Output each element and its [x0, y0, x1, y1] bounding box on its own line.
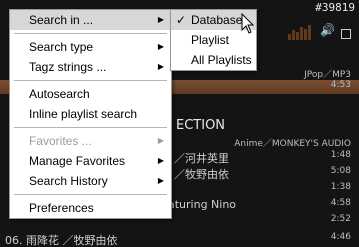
menu-item-inline-playlist-search[interactable]: Inline playlist search	[10, 104, 171, 124]
menu-item-search-history[interactable]: Search History ▶	[10, 171, 171, 191]
menu-item-favorites: Favorites ... ▶	[10, 131, 171, 151]
track-duration: 2:52	[330, 214, 351, 224]
menu-separator	[14, 80, 167, 81]
menu-item-label: Playlist	[191, 33, 230, 47]
submenu-arrow-icon: ▶	[157, 156, 164, 165]
submenu-arrow-icon: ▶	[157, 136, 164, 145]
track-duration: 4:58	[330, 198, 351, 208]
menu-item-label: Tagz strings ...	[29, 60, 107, 74]
playlist-row[interactable]: 06. 雨降花 ／牧野由依 4:46	[0, 232, 359, 247]
track-duration: 1:48	[330, 150, 351, 160]
equalizer-visual	[288, 21, 312, 40]
menu-separator	[14, 127, 167, 128]
menu-item-search-in[interactable]: Search in ... ▶	[10, 10, 171, 30]
submenu-arrow-icon: ▶	[157, 62, 164, 71]
track-duration: 1:38	[330, 182, 351, 192]
menu-item-label: Inline playlist search	[29, 107, 138, 121]
menu-item-manage-favorites[interactable]: Manage Favorites ▶	[10, 151, 171, 171]
track-title: aturing Nino	[168, 198, 237, 211]
track-title: ／牧野由依	[174, 168, 229, 181]
track-title: 06. 雨降花 ／牧野由依	[5, 234, 118, 247]
submenu-arrow-icon: ▶	[157, 42, 164, 51]
mouse-pointer-icon	[241, 13, 255, 34]
menu-separator	[14, 194, 167, 195]
menu-item-label: Search type	[29, 40, 94, 54]
window-control[interactable]	[341, 29, 351, 39]
menu-item-tagz-strings[interactable]: Tagz strings ... ▶	[10, 57, 171, 77]
album-format: Anime／MONKEY'S AUDIO	[234, 139, 351, 149]
menu-item-label: Manage Favorites	[29, 154, 126, 168]
album-format: JPop／MP3	[304, 70, 351, 80]
menu-item-label: Preferences	[29, 201, 94, 215]
track-duration: 5:08	[330, 166, 351, 176]
volume-icon[interactable]: 🔊	[320, 23, 335, 37]
menu-separator	[14, 33, 167, 34]
menu-item-label: Database	[191, 13, 243, 27]
track-duration: 4:46	[330, 232, 351, 242]
menu-item-label: All Playlists	[191, 53, 252, 67]
track-title: ／河井英里	[174, 152, 229, 165]
track-duration: 4:53	[330, 80, 351, 90]
menu-item-preferences[interactable]: Preferences	[10, 198, 171, 218]
search-context-menu: Search in ... ▶ Search type ▶ Tagz strin…	[9, 9, 172, 219]
track-counter: #39819	[315, 1, 355, 14]
menu-item-label: Autosearch	[29, 87, 90, 101]
menu-item-autosearch[interactable]: Autosearch	[10, 84, 171, 104]
submenu-arrow-icon: ▶	[157, 15, 164, 24]
menu-item-label: Search History	[29, 174, 108, 188]
checkmark-icon: ✓	[176, 13, 187, 27]
submenu-item-all-playlists[interactable]: All Playlists	[171, 50, 256, 70]
submenu-arrow-icon: ▶	[157, 176, 164, 185]
menu-item-label: Search in ...	[29, 13, 94, 27]
album-title: ECTION	[176, 118, 226, 133]
menu-item-label: Favorites ...	[29, 134, 92, 148]
menu-item-search-type[interactable]: Search type ▶	[10, 37, 171, 57]
